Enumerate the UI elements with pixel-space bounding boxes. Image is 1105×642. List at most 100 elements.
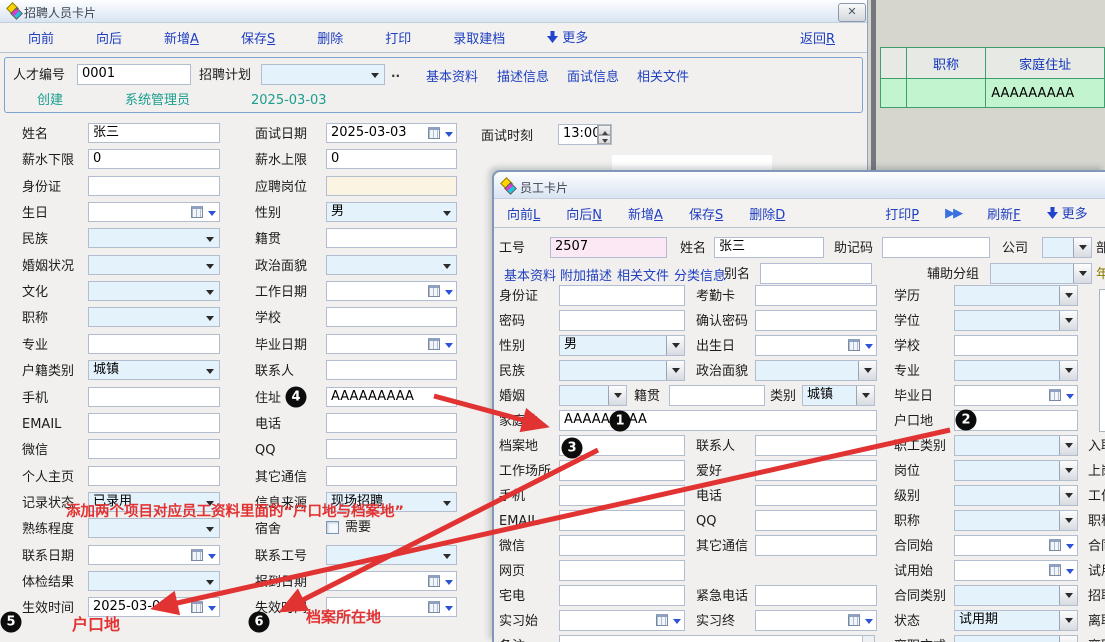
combo-input[interactable]: 城镇 xyxy=(802,385,875,406)
checkbox[interactable] xyxy=(326,521,339,534)
proficiency-combo[interactable] xyxy=(88,518,220,538)
combo-button[interactable] xyxy=(1059,436,1077,455)
combo-button[interactable] xyxy=(1059,286,1077,305)
text-input[interactable] xyxy=(559,560,685,581)
combo-input[interactable] xyxy=(954,310,1078,331)
text-input[interactable] xyxy=(559,585,685,606)
combo-button[interactable] xyxy=(1059,311,1077,330)
homepage-input[interactable] xyxy=(88,466,220,486)
aux-group-combo[interactable] xyxy=(990,263,1092,284)
combo-button[interactable] xyxy=(666,361,684,380)
other-contact-input[interactable] xyxy=(326,466,457,486)
ellipsis-button[interactable]: .. xyxy=(391,66,400,80)
email-input[interactable] xyxy=(88,413,220,433)
talent-id-input[interactable]: 0001 xyxy=(77,64,191,85)
spinner-buttons[interactable] xyxy=(597,125,611,144)
text-input[interactable] xyxy=(559,285,685,306)
date-input[interactable] xyxy=(954,535,1078,556)
tab-item[interactable]: 基本资料 xyxy=(426,66,478,85)
text-input[interactable] xyxy=(755,485,877,506)
tab-item[interactable]: 描述信息 xyxy=(497,66,549,85)
text-input[interactable] xyxy=(755,510,877,531)
date-input[interactable] xyxy=(755,335,877,356)
table-row[interactable]: AAAAAAAAA xyxy=(881,79,1105,108)
front-more-button[interactable]: 更多 xyxy=(1047,203,1088,224)
recruit-plan-combo[interactable] xyxy=(261,64,385,85)
combo-input[interactable] xyxy=(954,460,1078,481)
record-status-combo[interactable]: 已录用 xyxy=(88,492,220,512)
front-next-page-button[interactable]: ▶▶ xyxy=(945,206,961,221)
date-input[interactable] xyxy=(954,560,1078,581)
home-address-input[interactable]: AAAAAAAAA xyxy=(559,410,877,431)
political-status-combo[interactable] xyxy=(326,255,457,275)
close-button[interactable]: ✕ xyxy=(838,3,866,22)
mobile-input[interactable] xyxy=(88,387,220,407)
ethnicity-combo[interactable] xyxy=(88,228,220,248)
mnemonic-input[interactable] xyxy=(882,237,990,258)
combo-button[interactable] xyxy=(1059,611,1077,630)
tab-item[interactable]: 相关文件 xyxy=(617,265,669,284)
back-add-button[interactable]: 新增A xyxy=(164,28,199,47)
emp-name-input[interactable]: 张三 xyxy=(714,237,824,258)
salary-min-input[interactable]: 0 xyxy=(88,149,220,169)
combo-input[interactable] xyxy=(954,285,1078,306)
text-input[interactable] xyxy=(755,535,877,556)
status-combo[interactable]: 试用期 xyxy=(954,610,1078,631)
combo-input[interactable] xyxy=(954,485,1078,506)
job-title-combo[interactable] xyxy=(88,307,220,327)
gender-combo[interactable]: 男 xyxy=(326,202,457,222)
tab-item[interactable]: 面试信息 xyxy=(567,66,619,85)
combo-input[interactable] xyxy=(954,510,1078,531)
tab-item[interactable]: 附加描述 xyxy=(560,265,612,284)
wechat-input[interactable] xyxy=(88,439,220,459)
text-input[interactable] xyxy=(755,310,877,331)
text-input[interactable] xyxy=(755,435,877,456)
address-input[interactable]: AAAAAAAAA xyxy=(326,387,457,407)
text-input[interactable] xyxy=(755,585,877,606)
combo-button[interactable] xyxy=(858,361,876,380)
physical-exam-combo[interactable] xyxy=(88,571,220,591)
table-cell[interactable] xyxy=(906,79,985,108)
back-print-button[interactable]: 打印 xyxy=(385,28,411,47)
front-forward-button[interactable]: 向前L xyxy=(507,204,540,223)
combo-button[interactable] xyxy=(1059,486,1077,505)
dorm-checkbox[interactable]: 需要 xyxy=(326,518,457,538)
text-input[interactable] xyxy=(669,385,765,406)
combo-button[interactable] xyxy=(1059,461,1077,480)
expiry-date-input[interactable] xyxy=(326,597,457,617)
info-source-combo[interactable]: 现场招聘 xyxy=(326,492,457,512)
front-refresh-button[interactable]: 刷新F xyxy=(987,204,1021,223)
back-delete-button[interactable]: 删除 xyxy=(317,28,343,47)
front-titlebar[interactable]: 员工卡片 xyxy=(494,172,1105,199)
front-print-button[interactable]: 打印P xyxy=(885,204,919,223)
combo-button[interactable] xyxy=(1059,361,1077,380)
back-save-button[interactable]: 保存S xyxy=(241,28,275,47)
table-cell[interactable] xyxy=(881,79,907,108)
text-input[interactable] xyxy=(755,460,877,481)
date-input[interactable] xyxy=(559,610,685,631)
combo-input[interactable] xyxy=(559,385,627,406)
education-combo[interactable] xyxy=(88,281,220,301)
id-card-input[interactable] xyxy=(88,176,220,196)
company-combo[interactable] xyxy=(1042,237,1092,258)
combo-button[interactable] xyxy=(1059,636,1077,642)
interview-date-input[interactable]: 2025-03-03 xyxy=(326,123,457,143)
back-forward-button[interactable]: 向前 xyxy=(28,28,54,47)
combo-button[interactable] xyxy=(1059,586,1077,605)
text-input[interactable] xyxy=(954,335,1078,356)
contact-person-input[interactable] xyxy=(326,360,457,380)
combo-button[interactable] xyxy=(608,386,626,405)
native-place-input[interactable] xyxy=(326,228,457,248)
work-date-input[interactable] xyxy=(326,281,457,301)
household-type-combo[interactable]: 城镇 xyxy=(88,360,220,380)
combo-input[interactable] xyxy=(954,435,1078,456)
combo-button[interactable] xyxy=(856,386,874,405)
birthday-input[interactable] xyxy=(88,202,220,222)
text-input[interactable] xyxy=(559,535,685,556)
combo-input[interactable] xyxy=(559,360,685,381)
school-input[interactable] xyxy=(326,307,457,327)
combo-button[interactable] xyxy=(666,336,684,355)
tab-item[interactable]: 相关文件 xyxy=(637,66,689,85)
textarea-input[interactable] xyxy=(559,635,875,642)
combo-input[interactable]: 男 xyxy=(559,335,685,356)
